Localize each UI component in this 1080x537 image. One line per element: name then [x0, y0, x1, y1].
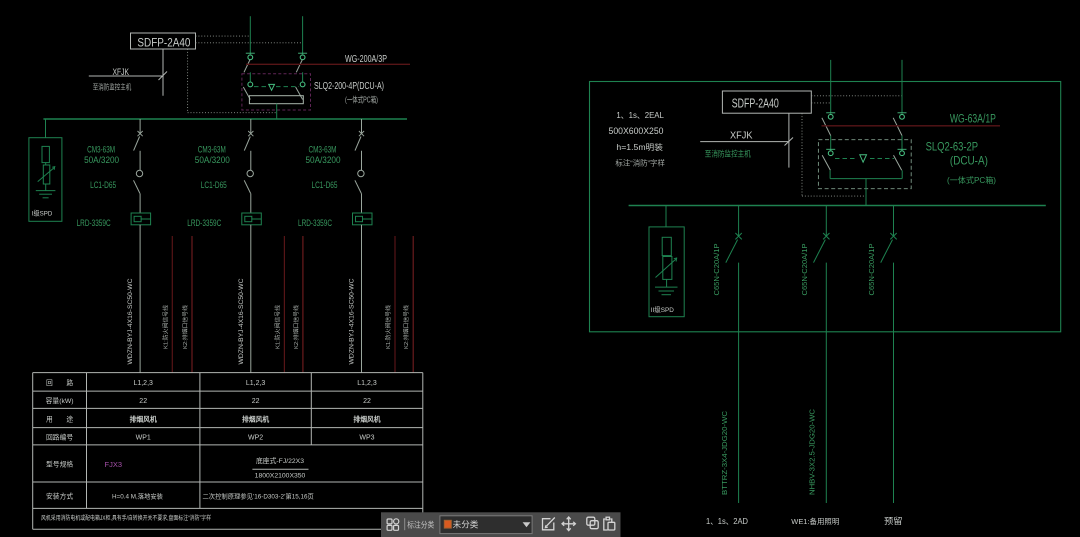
svg-text:WP1: WP1	[136, 435, 151, 442]
svg-text:50A/3200: 50A/3200	[84, 155, 119, 165]
svg-text:C65N-C20A/1P: C65N-C20A/1P	[714, 243, 721, 295]
svg-text:22: 22	[363, 398, 371, 405]
svg-text:(一体式PC箱): (一体式PC箱)	[345, 95, 378, 105]
svg-text:WG-63A/1P: WG-63A/1P	[950, 113, 996, 125]
svg-text:WDZN-BYJ-4X16-SC50-WC: WDZN-BYJ-4X16-SC50-WC	[127, 278, 134, 364]
svg-text:LRD-3359C: LRD-3359C	[298, 218, 332, 228]
svg-text:1、1s、2EAL: 1、1s、2EAL	[616, 111, 664, 120]
svg-text:CM3-63M: CM3-63M	[87, 144, 115, 154]
svg-text:L1,2,3: L1,2,3	[133, 380, 153, 387]
svg-text:LC1-D65: LC1-D65	[90, 180, 116, 190]
svg-text:风机采用消防电机或配电箱JX柜,具有手/自转换开关不要求,盘: 风机采用消防电机或配电箱JX柜,具有手/自转换开关不要求,盘面标注“消防”字样	[41, 514, 211, 522]
svg-text:22: 22	[139, 398, 147, 405]
svg-text:回路编号: 回路编号	[46, 433, 73, 442]
svg-text:K1:防火阀信号线: K1:防火阀信号线	[161, 305, 169, 349]
svg-text:容量(kW): 容量(kW)	[46, 396, 74, 405]
svg-text:排烟风机: 排烟风机	[353, 415, 380, 424]
svg-text:L1,2,3: L1,2,3	[246, 380, 266, 387]
svg-text:LC1-D65: LC1-D65	[201, 180, 227, 190]
svg-text:BTTRZ-3X4-JDG20-WC: BTTRZ-3X4-JDG20-WC	[720, 411, 729, 495]
svg-text:标注“消防”字样: 标注“消防”字样	[615, 159, 665, 168]
svg-text:至消防监控主机: 至消防监控主机	[93, 82, 132, 91]
svg-text:WP2: WP2	[248, 435, 263, 442]
svg-text:安装方式: 安装方式	[46, 492, 73, 501]
svg-text:H=0.4 M,落地安装: H=0.4 M,落地安装	[112, 492, 164, 501]
svg-text:至消防监控主机: 至消防监控主机	[705, 148, 751, 158]
svg-text:I级SPD: I级SPD	[32, 208, 53, 217]
svg-text:未分类: 未分类	[453, 519, 479, 530]
svg-text:WE1:备用照明: WE1:备用照明	[791, 516, 839, 526]
svg-text:K1:防火阀信号线: K1:防火阀信号线	[273, 305, 281, 349]
svg-text:二次控制原理参见’16-D303-2’第15,16页: 二次控制原理参见’16-D303-2’第15,16页	[203, 492, 314, 501]
svg-text:排烟风机: 排烟风机	[242, 415, 269, 424]
svg-text:用 途: 用 途	[46, 415, 73, 424]
svg-text:SDFP-2A40: SDFP-2A40	[732, 96, 779, 111]
svg-text:50A/3200: 50A/3200	[195, 155, 230, 165]
svg-text:22: 22	[252, 398, 260, 405]
svg-text:K1:防火阀信号线: K1:防火阀信号线	[384, 305, 392, 349]
svg-text:C65N-C20A/1P: C65N-C20A/1P	[869, 243, 876, 295]
svg-text:SLQ2-200-4P(DCU-A): SLQ2-200-4P(DCU-A)	[314, 81, 384, 92]
svg-text:XFJK: XFJK	[113, 67, 130, 77]
svg-text:II级SPD: II级SPD	[651, 305, 674, 314]
svg-text:LRD-3359C: LRD-3359C	[77, 218, 111, 228]
svg-text:K2:排烟口信号线: K2:排烟口信号线	[181, 305, 189, 349]
svg-text:(一体式PC箱): (一体式PC箱)	[947, 175, 996, 185]
svg-text:K2:排烟口信号线: K2:排烟口信号线	[292, 305, 300, 349]
svg-text:(DCU-A): (DCU-A)	[950, 154, 988, 168]
svg-text:WDZN-BYJ-4X16-SC50-WC: WDZN-BYJ-4X16-SC50-WC	[238, 278, 245, 364]
svg-text:WG-200A/3P: WG-200A/3P	[345, 53, 387, 65]
svg-text:底座式-FJ/22X3: 底座式-FJ/22X3	[256, 456, 304, 465]
svg-text:回 路: 回 路	[46, 378, 73, 387]
svg-text:LRD-3359C: LRD-3359C	[187, 218, 221, 228]
svg-text:500X600X250: 500X600X250	[609, 126, 664, 136]
svg-text:FJX3: FJX3	[105, 460, 123, 469]
svg-text:NHBV-3X2.5-JDG20-WC: NHBV-3X2.5-JDG20-WC	[808, 409, 817, 495]
svg-text:SDFP-2A40: SDFP-2A40	[137, 35, 190, 49]
svg-text:WP3: WP3	[359, 435, 374, 442]
svg-text:1800X2100X350: 1800X2100X350	[255, 472, 306, 479]
svg-text:WDZN-BYJ-4X16-SC50-WC: WDZN-BYJ-4X16-SC50-WC	[349, 278, 356, 364]
svg-text:标注分类: 标注分类	[407, 519, 434, 529]
svg-text:h=1.5m明装: h=1.5m明装	[616, 142, 663, 152]
svg-text:CM3-63M: CM3-63M	[198, 144, 226, 154]
svg-text:预留: 预留	[884, 516, 903, 526]
svg-text:1、1s、2AD: 1、1s、2AD	[706, 517, 748, 526]
svg-text:K2:排烟口信号线: K2:排烟口信号线	[402, 305, 410, 349]
svg-text:50A/3200: 50A/3200	[306, 155, 341, 165]
svg-text:型号规格: 型号规格	[46, 460, 73, 469]
svg-text:LC1-D65: LC1-D65	[312, 180, 338, 190]
svg-text:CM3-63M: CM3-63M	[309, 144, 337, 154]
svg-text:排烟风机: 排烟风机	[130, 415, 157, 424]
svg-text:C65N-C20A/1P: C65N-C20A/1P	[802, 243, 809, 295]
svg-text:L1,2,3: L1,2,3	[357, 380, 377, 387]
svg-text:XFJK: XFJK	[730, 130, 753, 142]
svg-text:SLQ2-63-2P: SLQ2-63-2P	[926, 140, 979, 154]
